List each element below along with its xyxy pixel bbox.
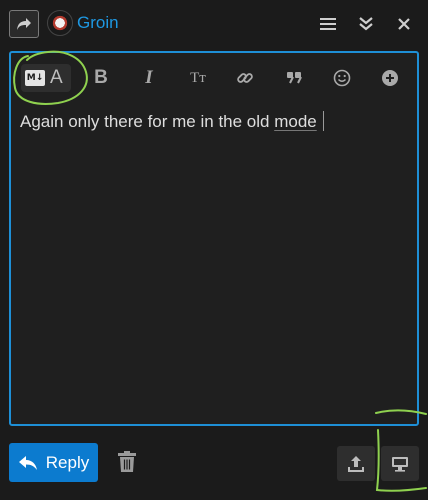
- close-icon[interactable]: [394, 14, 414, 34]
- reply-action-button[interactable]: [9, 10, 39, 38]
- reply-arrow-icon: [18, 455, 37, 470]
- bold-icon[interactable]: B: [91, 65, 111, 91]
- upload-icon: [348, 455, 364, 472]
- emoji-icon[interactable]: [332, 65, 352, 91]
- upload-button[interactable]: [337, 446, 375, 481]
- text-caret: [322, 111, 324, 131]
- reply-button[interactable]: Reply: [9, 443, 98, 482]
- trash-icon[interactable]: [117, 451, 137, 473]
- reply-button-label: Reply: [45, 452, 90, 472]
- editor-text-spellcheck-word: mode: [274, 112, 317, 131]
- heading-icon[interactable]: Tт: [186, 65, 210, 91]
- hamburger-menu-icon[interactable]: [318, 14, 338, 34]
- rich-text-mode-toggle[interactable]: M↓ A: [21, 64, 71, 92]
- editor-toolbar: M↓ A B I Tт: [11, 53, 417, 103]
- rich-text-a-icon: A: [50, 67, 63, 88]
- editor-text: Again only there for me in the old: [20, 112, 275, 131]
- editor-text-area[interactable]: Again only there for me in the old mode: [20, 111, 407, 133]
- desktop-preview-icon: [392, 456, 408, 472]
- share-reply-icon: [17, 18, 31, 30]
- add-icon[interactable]: [380, 65, 400, 91]
- quote-icon[interactable]: [284, 65, 304, 91]
- collapse-double-chevron-icon[interactable]: [356, 14, 376, 34]
- reply-to-username[interactable]: Groin: [77, 13, 119, 33]
- composer-editor[interactable]: M↓ A B I Tт Again only there for me in t…: [9, 51, 419, 426]
- link-icon[interactable]: [235, 65, 255, 91]
- markdown-icon: M↓: [25, 70, 45, 86]
- composer-header: Groin: [0, 0, 428, 46]
- avatar[interactable]: [47, 10, 73, 36]
- toggle-preview-button[interactable]: [381, 446, 419, 481]
- italic-icon[interactable]: I: [139, 65, 159, 91]
